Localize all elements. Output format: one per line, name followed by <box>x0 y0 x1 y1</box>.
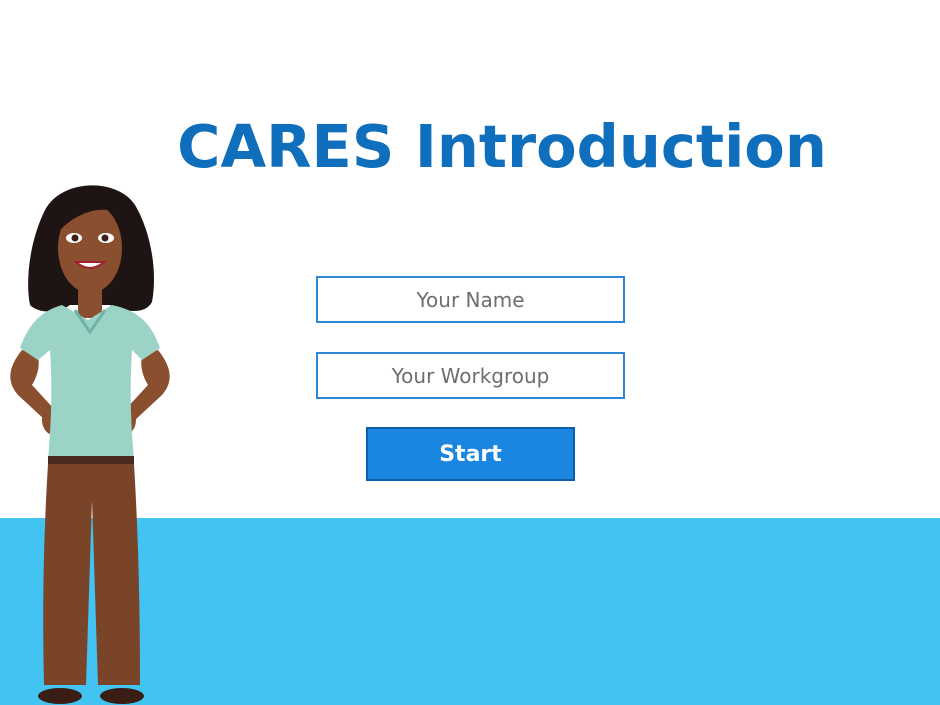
start-button[interactable]: Start <box>366 427 575 481</box>
workgroup-input[interactable] <box>316 352 625 399</box>
name-input[interactable] <box>316 276 625 323</box>
presenter-character-illustration <box>10 185 170 704</box>
